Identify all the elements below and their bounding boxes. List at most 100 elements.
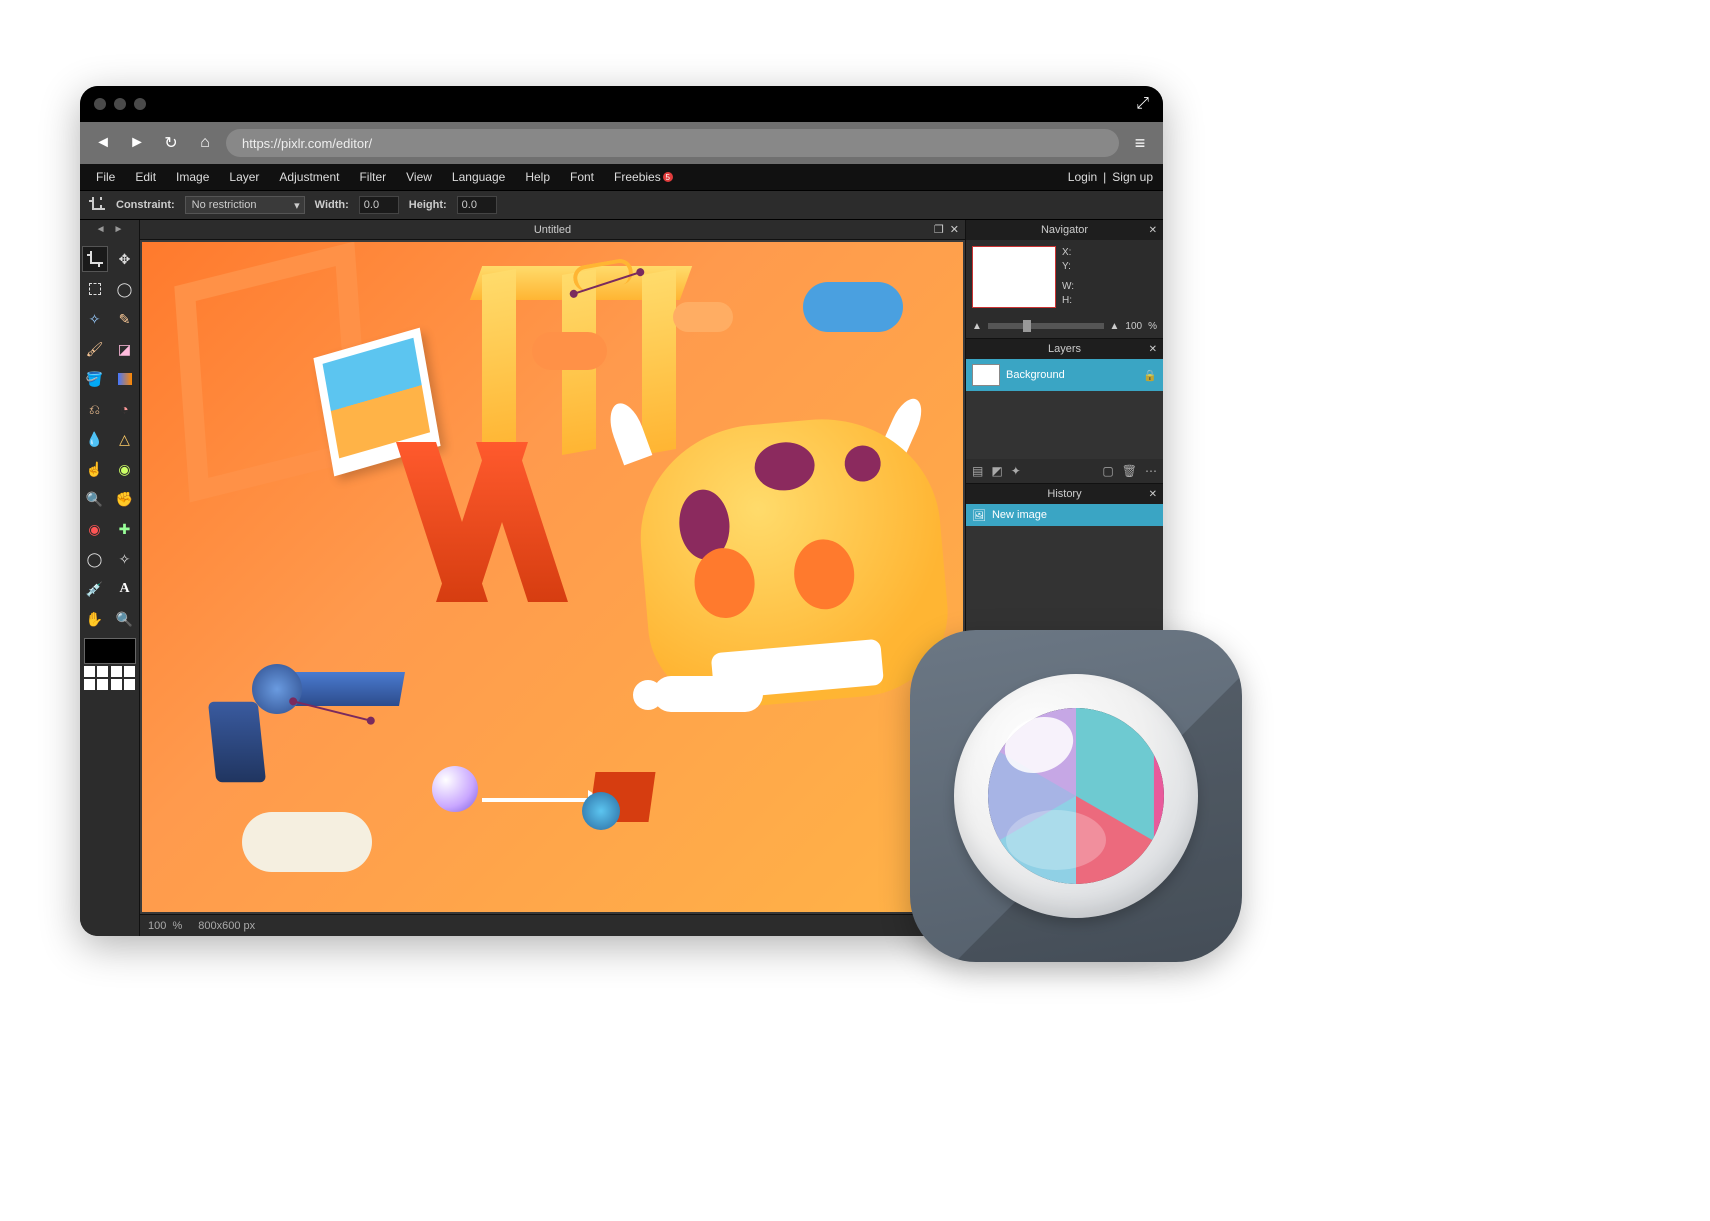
maximize-icon[interactable]: ⤢: [1136, 95, 1149, 113]
navigator-close-icon[interactable]: ✕: [1149, 225, 1157, 236]
tool-red-eye[interactable]: ◉: [82, 516, 108, 542]
tool-wand[interactable]: ✧: [82, 306, 108, 332]
tool-hand[interactable]: ✋: [82, 606, 108, 632]
history-row[interactable]: 🖼 New image: [966, 504, 1163, 526]
crop-icon: [88, 196, 106, 214]
canvas-artwork: [142, 242, 963, 912]
history-step-label: New image: [992, 509, 1047, 521]
document-restore-icon[interactable]: ❐: [934, 223, 944, 236]
history-header[interactable]: History ✕: [966, 484, 1163, 504]
tool-dodge[interactable]: 🔍: [82, 486, 108, 512]
toolbox-next-icon[interactable]: ►: [114, 224, 124, 242]
tool-marquee[interactable]: [82, 276, 108, 302]
layers-close-icon[interactable]: ✕: [1149, 344, 1157, 355]
layer-thumbnail: [972, 364, 1000, 386]
tool-gradient[interactable]: [112, 366, 138, 392]
tool-paint-bucket[interactable]: 🪣: [82, 366, 108, 392]
navigator-header[interactable]: Navigator ✕: [966, 220, 1163, 240]
menu-image[interactable]: Image: [166, 170, 219, 184]
tool-spot-heal[interactable]: ✚: [112, 516, 138, 542]
nav-w-label: W:: [1062, 280, 1074, 294]
foreground-color-swatch[interactable]: [84, 638, 136, 664]
history-close-icon[interactable]: ✕: [1149, 489, 1157, 500]
zoom-slider[interactable]: [988, 323, 1104, 329]
history-title: History: [1047, 488, 1081, 500]
tool-color-replace[interactable]: ◔: [112, 396, 138, 422]
canvas-viewport[interactable]: [140, 240, 965, 914]
login-link[interactable]: Login: [1068, 170, 1097, 184]
auth-separator: |: [1103, 170, 1106, 184]
tool-zoom[interactable]: 🔍: [112, 606, 138, 632]
window-minimize-icon[interactable]: [114, 98, 126, 110]
layer-settings-icon[interactable]: ▤: [972, 464, 983, 478]
tool-crop[interactable]: [82, 246, 108, 272]
tool-sharpen[interactable]: △: [112, 426, 138, 452]
tool-color-picker[interactable]: 💉: [82, 576, 108, 602]
lock-icon[interactable]: 🔒: [1143, 369, 1157, 382]
menu-help[interactable]: Help: [515, 170, 560, 184]
width-input[interactable]: 0.0: [359, 196, 399, 214]
tool-type[interactable]: A: [112, 576, 138, 602]
layer-row[interactable]: Background 🔒: [966, 359, 1163, 391]
document-title: Untitled: [534, 224, 571, 236]
tool-bloat[interactable]: ◯: [82, 546, 108, 572]
window-zoom-icon[interactable]: [134, 98, 146, 110]
zoom-in-icon[interactable]: ▲: [1110, 321, 1120, 332]
tool-clone-stamp[interactable]: ⎌: [82, 396, 108, 422]
navigator-thumbnail[interactable]: [972, 246, 1056, 308]
tool-pencil[interactable]: ✎: [112, 306, 138, 332]
height-input[interactable]: 0.0: [457, 196, 497, 214]
menu-filter[interactable]: Filter: [349, 170, 396, 184]
layer-name: Background: [1006, 369, 1065, 381]
layers-toolbar: ▤ ◩ ✦ ▢ 🗑 ⋯: [966, 459, 1163, 483]
toolbox-nav: ◄ ►: [80, 224, 139, 242]
navigator-panel: Navigator ✕ X: Y: W: H: ▲ ▲: [966, 220, 1163, 339]
document-titlebar: Untitled ❐ ✕: [140, 220, 965, 240]
new-layer-icon[interactable]: ▢: [1102, 464, 1113, 478]
menu-icon[interactable]: ≡: [1127, 133, 1153, 154]
nav-zoom-value: 100: [1125, 321, 1142, 332]
navigator-title: Navigator: [1041, 224, 1088, 236]
menu-file[interactable]: File: [86, 170, 125, 184]
tool-move[interactable]: ✥: [112, 246, 138, 272]
menu-font[interactable]: Font: [560, 170, 604, 184]
forward-button[interactable]: ►: [124, 130, 150, 156]
layer-styles-icon[interactable]: ✦: [1011, 464, 1021, 478]
signup-link[interactable]: Sign up: [1112, 170, 1153, 184]
nav-x-label: X:: [1062, 246, 1074, 260]
url-input[interactable]: https://pixlr.com/editor/: [226, 129, 1119, 157]
menu-view[interactable]: View: [396, 170, 442, 184]
tool-smudge[interactable]: ☝: [82, 456, 108, 482]
tool-burn[interactable]: ✊: [112, 486, 138, 512]
delete-layer-icon[interactable]: 🗑: [1122, 464, 1137, 478]
tool-pinch[interactable]: ✧: [112, 546, 138, 572]
document-close-icon[interactable]: ✕: [950, 223, 959, 236]
layers-header[interactable]: Layers ✕: [966, 339, 1163, 359]
status-dimensions: 800x600 px: [198, 920, 255, 932]
menu-edit[interactable]: Edit: [125, 170, 166, 184]
menu-layer[interactable]: Layer: [219, 170, 269, 184]
zoom-out-icon[interactable]: ▲: [972, 321, 982, 332]
constraint-dropdown[interactable]: No restriction: [185, 196, 305, 214]
pixlr-app-icon: [910, 630, 1242, 962]
menu-language[interactable]: Language: [442, 170, 515, 184]
height-label: Height:: [409, 199, 447, 211]
menu-adjustment[interactable]: Adjustment: [269, 170, 349, 184]
toolbox-prev-icon[interactable]: ◄: [96, 224, 106, 242]
color-swatches: [84, 638, 136, 690]
layer-mask-icon[interactable]: ◩: [991, 464, 1002, 478]
tool-eraser[interactable]: ◪: [112, 336, 138, 362]
window-close-icon[interactable]: [94, 98, 106, 110]
swatch-palette[interactable]: [84, 666, 136, 690]
constraint-label: Constraint:: [116, 199, 175, 211]
navigator-zoom-bar: ▲ ▲ 100 %: [966, 314, 1163, 338]
tool-blur[interactable]: 💧: [82, 426, 108, 452]
layers-more-icon[interactable]: ⋯: [1145, 464, 1157, 478]
menu-freebies[interactable]: Freebies 5: [604, 170, 671, 184]
tool-sponge[interactable]: ◉: [112, 456, 138, 482]
home-button[interactable]: ⌂: [192, 130, 218, 156]
tool-lasso[interactable]: ◯: [112, 276, 138, 302]
back-button[interactable]: ◄: [90, 130, 116, 156]
reload-button[interactable]: ↻: [158, 130, 184, 156]
tool-brush[interactable]: 🖌: [82, 336, 108, 362]
